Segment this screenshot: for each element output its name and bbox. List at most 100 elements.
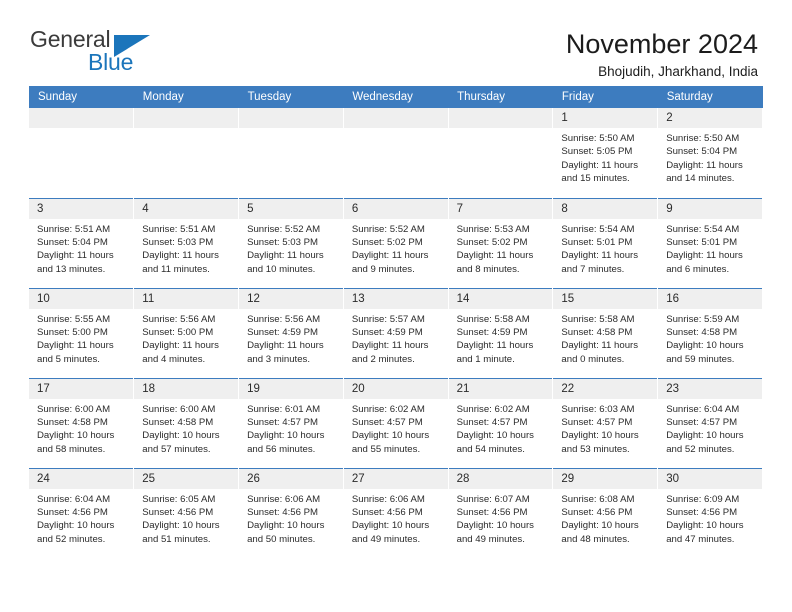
calendar-day-cell[interactable]: 7 Sunrise: 5:53 AM Sunset: 5:02 PM Daylight…: [448, 197, 554, 288]
calendar-day-cell[interactable]: 22 Sunrise: 6:03 AM Sunset: 4:57 PM Dayligh…: [552, 377, 659, 468]
calendar-day-cell[interactable]: 3 Sunrise: 5:51 AM Sunset: 5:04 PM Daylight…: [29, 197, 135, 288]
day-details: Sunrise: 5:53 AM Sunset: 5:02 PM Daylight:…: [449, 219, 553, 277]
daylight-text: Daylight: 10 hours and 50 minutes.: [247, 520, 325, 545]
sunrise-text: Sunrise: 5:56 AM: [247, 313, 321, 325]
weekday-header-tuesday: Tuesday: [238, 86, 344, 108]
day-cell-inner: 25 Sunrise: 6:05 AM Sunset: 4:56 PM Dayligh…: [134, 468, 239, 559]
daylight-text: Daylight: 10 hours and 49 minutes.: [351, 520, 430, 545]
day-cell-inner: 24 Sunrise: 6:04 AM Sunset: 4:56 PM Dayligh…: [29, 468, 134, 559]
day-cell-inner: 6 Sunrise: 5:52 AM Sunset: 5:02 PM Daylight…: [343, 198, 448, 288]
calendar-day-cell[interactable]: 24 Sunrise: 6:04 AM Sunset: 4:56 PM Dayligh…: [29, 467, 135, 559]
day-number: 21: [448, 378, 553, 399]
calendar-day-cell[interactable]: 12 Sunrise: 5:56 AM Sunset: 4:59 PM Dayligh…: [238, 287, 344, 378]
day-number: 23: [658, 378, 762, 399]
calendar-week-row: 17 Sunrise: 6:00 AM Sunset: 4:58 PM Dayligh…: [29, 377, 763, 468]
daylight-text: Daylight: 11 hours and 9 minutes.: [351, 250, 429, 275]
weekday-header-friday: Friday: [552, 86, 658, 108]
sunset-text: Sunset: 4:58 PM: [561, 326, 633, 338]
calendar-day-cell[interactable]: [29, 108, 135, 198]
day-cell-inner: 27 Sunrise: 6:06 AM Sunset: 4:56 PM Dayligh…: [343, 468, 448, 559]
calendar-page: General Blue November 2024 Bhojudih, Jha…: [0, 0, 792, 612]
page-header: General Blue November 2024 Bhojudih, Jha…: [0, 0, 792, 80]
sunrise-text: Sunrise: 6:07 AM: [456, 493, 530, 505]
sunset-text: Sunset: 5:01 PM: [561, 236, 633, 248]
day-number: 22: [553, 378, 658, 399]
daylight-text: Daylight: 11 hours and 4 minutes.: [142, 340, 219, 365]
calendar-day-cell[interactable]: 19 Sunrise: 6:01 AM Sunset: 4:57 PM Dayligh…: [238, 377, 344, 468]
day-details: Sunrise: 5:56 AM Sunset: 5:00 PM Daylight:…: [134, 309, 238, 367]
sunset-text: Sunset: 4:56 PM: [456, 506, 528, 518]
calendar-day-cell[interactable]: 18 Sunrise: 6:00 AM Sunset: 4:58 PM Dayligh…: [133, 377, 240, 468]
day-cell-inner: 30 Sunrise: 6:09 AM Sunset: 4:56 PM Dayligh…: [658, 468, 762, 559]
calendar-day-cell[interactable]: 15 Sunrise: 5:58 AM Sunset: 4:58 PM Dayligh…: [552, 287, 659, 378]
daylight-text: Daylight: 10 hours and 59 minutes.: [666, 340, 744, 365]
calendar-day-cell[interactable]: 2 Sunrise: 5:50 AM Sunset: 5:04 PM Daylight…: [657, 108, 763, 198]
calendar-day-cell[interactable]: 26 Sunrise: 6:06 AM Sunset: 4:56 PM Dayligh…: [238, 467, 344, 558]
sunrise-text: Sunrise: 6:01 AM: [247, 403, 321, 415]
sunset-text: Sunset: 5:03 PM: [142, 236, 214, 248]
day-details: Sunrise: 6:02 AM Sunset: 4:57 PM Daylight:…: [344, 399, 448, 457]
calendar-day-cell[interactable]: 27 Sunrise: 6:06 AM Sunset: 4:56 PM Dayligh…: [343, 467, 449, 559]
sunrise-sunset-calendar: Sunday Monday Tuesday Wednesday Thursday…: [29, 86, 763, 558]
sunset-text: Sunset: 4:57 PM: [666, 416, 738, 428]
daylight-text: Daylight: 10 hours and 57 minutes.: [142, 430, 220, 455]
location-subtitle: Bhojudih, Jharkhand, India: [598, 64, 758, 80]
calendar-day-cell[interactable]: 9 Sunrise: 5:54 AM Sunset: 5:01 PM Daylight…: [657, 197, 763, 288]
day-cell-inner: 11 Sunrise: 5:56 AM Sunset: 5:00 PM Dayligh…: [134, 288, 239, 378]
calendar-day-cell[interactable]: 23 Sunrise: 6:04 AM Sunset: 4:57 PM Dayligh…: [657, 377, 763, 468]
weekday-header-monday: Monday: [133, 86, 239, 108]
calendar-day-cell[interactable]: 14 Sunrise: 5:58 AM Sunset: 4:59 PM Dayligh…: [448, 287, 554, 378]
sunset-text: Sunset: 4:56 PM: [666, 506, 738, 518]
calendar-day-cell[interactable]: 17 Sunrise: 6:00 AM Sunset: 4:58 PM Dayligh…: [29, 377, 135, 468]
day-number: 30: [658, 468, 762, 489]
daylight-text: Daylight: 11 hours and 10 minutes.: [247, 250, 324, 275]
sunset-text: Sunset: 4:58 PM: [37, 416, 108, 428]
calendar-day-cell[interactable]: 30 Sunrise: 6:09 AM Sunset: 4:56 PM Dayligh…: [657, 467, 763, 559]
calendar-day-cell[interactable]: 4 Sunrise: 5:51 AM Sunset: 5:03 PM Daylight…: [133, 197, 240, 288]
day-cell-inner: 28 Sunrise: 6:07 AM Sunset: 4:56 PM Dayligh…: [448, 468, 553, 559]
daylight-text: Daylight: 10 hours and 51 minutes.: [142, 520, 220, 545]
day-details: Sunrise: 5:51 AM Sunset: 5:03 PM Daylight:…: [134, 219, 238, 277]
calendar-day-cell[interactable]: 25 Sunrise: 6:05 AM Sunset: 4:56 PM Dayligh…: [133, 467, 240, 559]
calendar-day-cell[interactable]: 5 Sunrise: 5:52 AM Sunset: 5:03 PM Daylight…: [238, 197, 344, 288]
day-number: 12: [239, 288, 343, 309]
calendar-day-cell[interactable]: 10 Sunrise: 5:55 AM Sunset: 5:00 PM Dayligh…: [29, 287, 135, 378]
logo-text-general: General: [30, 26, 111, 52]
sunrise-text: Sunrise: 5:54 AM: [561, 223, 635, 235]
calendar-day-cell[interactable]: 21 Sunrise: 6:02 AM Sunset: 4:57 PM Dayligh…: [448, 377, 554, 468]
sunset-text: Sunset: 4:59 PM: [247, 326, 318, 338]
day-details: Sunrise: 6:04 AM Sunset: 4:56 PM Daylight:…: [29, 489, 133, 547]
day-cell-inner: [29, 108, 134, 198]
day-number: [134, 108, 239, 128]
calendar-day-cell[interactable]: 16 Sunrise: 5:59 AM Sunset: 4:58 PM Dayligh…: [657, 287, 763, 378]
day-number: 18: [134, 378, 239, 399]
day-cell-inner: [343, 108, 448, 198]
calendar-day-cell[interactable]: [343, 108, 449, 198]
calendar-day-cell[interactable]: 6 Sunrise: 5:52 AM Sunset: 5:02 PM Daylight…: [343, 197, 449, 288]
day-number: 9: [658, 198, 762, 219]
daylight-text: Daylight: 11 hours and 2 minutes.: [351, 340, 429, 365]
sunrise-text: Sunrise: 6:09 AM: [666, 493, 740, 505]
day-number: 28: [448, 468, 553, 489]
calendar-day-cell[interactable]: 29 Sunrise: 6:08 AM Sunset: 4:56 PM Dayligh…: [552, 467, 659, 558]
calendar-day-cell[interactable]: 1 Sunrise: 5:50 AM Sunset: 5:05 PM Daylight…: [552, 108, 659, 198]
sunset-text: Sunset: 5:02 PM: [351, 236, 423, 248]
calendar-day-cell[interactable]: 13 Sunrise: 5:57 AM Sunset: 4:59 PM Dayligh…: [343, 287, 449, 378]
day-cell-inner: 17 Sunrise: 6:00 AM Sunset: 4:58 PM Dayligh…: [29, 378, 134, 468]
calendar-day-cell[interactable]: 28 Sunrise: 6:07 AM Sunset: 4:56 PM Dayligh…: [448, 467, 554, 559]
calendar-day-cell[interactable]: 11 Sunrise: 5:56 AM Sunset: 5:00 PM Dayligh…: [133, 287, 240, 378]
calendar-day-cell[interactable]: [133, 108, 240, 198]
calendar-day-cell[interactable]: 8 Sunrise: 5:54 AM Sunset: 5:01 PM Daylight…: [552, 197, 659, 288]
day-cell-inner: 7 Sunrise: 5:53 AM Sunset: 5:02 PM Daylight…: [448, 198, 553, 288]
logo-text-blue: Blue: [88, 49, 134, 75]
sunrise-text: Sunrise: 5:55 AM: [37, 313, 111, 325]
day-number: 6: [343, 198, 448, 219]
calendar-day-cell[interactable]: 20 Sunrise: 6:02 AM Sunset: 4:57 PM Dayligh…: [343, 377, 449, 468]
calendar-day-cell[interactable]: [238, 108, 344, 198]
calendar-day-cell[interactable]: [448, 108, 554, 198]
weekday-header-thursday: Thursday: [448, 86, 553, 108]
day-cell-inner: 16 Sunrise: 5:59 AM Sunset: 4:58 PM Dayligh…: [658, 288, 762, 378]
daylight-text: Daylight: 11 hours and 5 minutes.: [37, 340, 114, 365]
general-blue-logo[interactable]: General Blue: [30, 28, 158, 80]
day-number: [29, 108, 134, 128]
